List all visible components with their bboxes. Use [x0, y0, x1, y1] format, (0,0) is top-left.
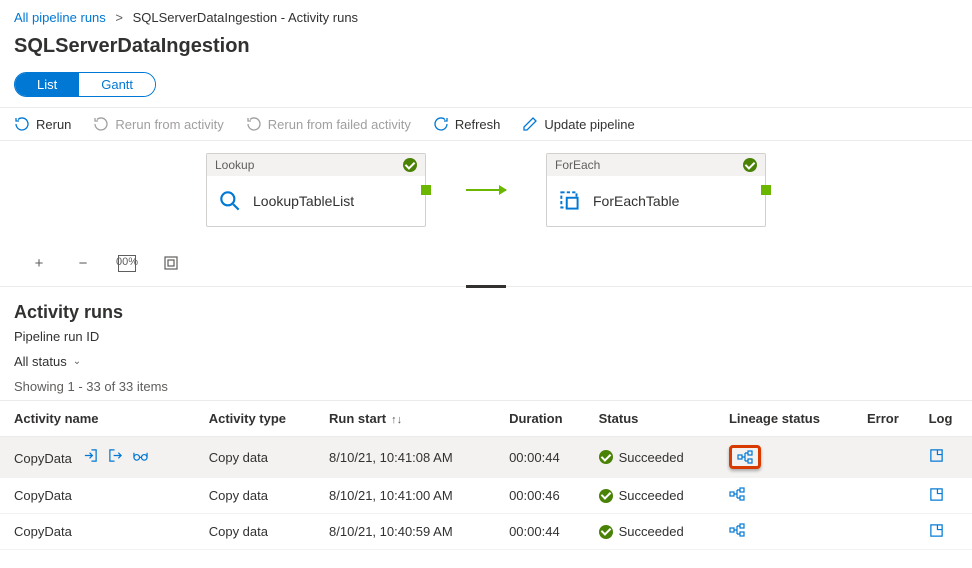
connector-handle[interactable] — [761, 185, 771, 195]
update-pipeline-label: Update pipeline — [544, 117, 634, 132]
cell-activity-name: CopyData — [14, 451, 72, 466]
toolbar: Rerun Rerun from activity Rerun from fai… — [0, 107, 972, 141]
activity-lookup[interactable]: Lookup LookupTableList — [206, 153, 426, 227]
activity-foreach[interactable]: ForEach ForEachTable — [546, 153, 766, 227]
fit-screen-button[interactable] — [162, 255, 180, 272]
table-row[interactable]: CopyData Copy data 8/10/21, 10:41:00 AM … — [0, 478, 972, 514]
connector-handle[interactable] — [421, 185, 431, 195]
cell-run-start: 8/10/21, 10:41:00 AM — [321, 478, 501, 514]
zoom-out-button[interactable]: − — [74, 255, 92, 272]
update-pipeline-button[interactable]: Update pipeline — [522, 116, 634, 132]
cell-status: Succeeded — [599, 488, 713, 503]
zoom-reset-button[interactable]: 00% — [118, 255, 136, 272]
activity-foreach-name: ForEachTable — [593, 193, 679, 209]
details-icon[interactable] — [133, 448, 148, 466]
lineage-status-button[interactable] — [729, 526, 745, 541]
col-activity-type[interactable]: Activity type — [201, 401, 321, 437]
cell-error — [859, 514, 921, 550]
chevron-down-icon: ⌄ — [73, 356, 81, 367]
connector-arrow — [466, 189, 506, 191]
rerun-activity-icon — [93, 116, 109, 132]
success-icon — [599, 489, 613, 503]
log-button[interactable] — [929, 490, 944, 505]
page-title: SQLServerDataIngestion — [14, 35, 958, 58]
status-filter-label: All status — [14, 354, 67, 369]
log-button[interactable] — [929, 451, 944, 466]
cell-activity-name: CopyData — [14, 524, 72, 539]
cell-error — [859, 478, 921, 514]
col-run-start[interactable]: Run start ↑↓ — [321, 401, 501, 437]
cell-activity-type: Copy data — [201, 514, 321, 550]
rerun-failed-icon — [246, 116, 262, 132]
lineage-status-button[interactable] — [729, 445, 761, 469]
rerun-failed-label: Rerun from failed activity — [268, 117, 411, 132]
success-icon — [599, 450, 613, 464]
rerun-icon — [14, 116, 30, 132]
col-duration[interactable]: Duration — [501, 401, 591, 437]
rerun-activity-label: Rerun from activity — [115, 117, 223, 132]
canvas-tools: + − 00% — [0, 245, 972, 287]
input-icon[interactable] — [83, 448, 98, 466]
section-title: Activity runs — [14, 302, 958, 323]
pencil-icon — [522, 116, 538, 132]
col-status[interactable]: Status — [591, 401, 721, 437]
view-toggle: List Gantt — [14, 72, 156, 97]
view-gantt-button[interactable]: Gantt — [79, 73, 155, 96]
activity-lookup-type: Lookup — [215, 158, 254, 172]
col-activity-name[interactable]: Activity name — [0, 401, 201, 437]
status-filter-dropdown[interactable]: All status ⌄ — [14, 354, 958, 369]
refresh-icon — [433, 116, 449, 132]
foreach-icon — [557, 188, 583, 214]
breadcrumb-current: SQLServerDataIngestion - Activity runs — [133, 10, 358, 25]
table-row[interactable]: CopyData Copy data 8/10/21, 10:40:59 AM … — [0, 514, 972, 550]
cell-error — [859, 437, 921, 478]
view-list-button[interactable]: List — [15, 73, 79, 96]
col-log[interactable]: Log — [921, 401, 972, 437]
resize-handle[interactable] — [466, 285, 506, 288]
pipeline-canvas[interactable]: Lookup LookupTableList ForEach ForEachTa… — [0, 141, 972, 245]
cell-run-start: 8/10/21, 10:41:08 AM — [321, 437, 501, 478]
col-lineage[interactable]: Lineage status — [721, 401, 859, 437]
cell-status: Succeeded — [599, 524, 713, 539]
rerun-failed-button: Rerun from failed activity — [246, 116, 411, 132]
table-row[interactable]: CopyData Copy data 8/10/21, 10:41:08 AM … — [0, 437, 972, 478]
cell-duration: 00:00:44 — [501, 437, 591, 478]
cell-run-start: 8/10/21, 10:40:59 AM — [321, 514, 501, 550]
cell-status: Succeeded — [599, 450, 713, 465]
activity-lookup-name: LookupTableList — [253, 193, 354, 209]
showing-count: Showing 1 - 33 of 33 items — [14, 379, 958, 394]
refresh-label: Refresh — [455, 117, 501, 132]
col-error[interactable]: Error — [859, 401, 921, 437]
rerun-activity-button: Rerun from activity — [93, 116, 223, 132]
sort-icon: ↑↓ — [388, 414, 402, 426]
refresh-button[interactable]: Refresh — [433, 116, 501, 132]
cell-activity-name: CopyData — [14, 488, 72, 503]
cell-activity-type: Copy data — [201, 478, 321, 514]
cell-duration: 00:00:46 — [501, 478, 591, 514]
log-button[interactable] — [929, 526, 944, 541]
magnifier-icon — [217, 188, 243, 214]
breadcrumb-separator: > — [115, 10, 123, 25]
zoom-in-button[interactable]: + — [30, 255, 48, 272]
rerun-button[interactable]: Rerun — [14, 116, 71, 132]
cell-duration: 00:00:44 — [501, 514, 591, 550]
activity-runs-table: Activity name Activity type Run start ↑↓… — [0, 400, 972, 550]
breadcrumb-root-link[interactable]: All pipeline runs — [14, 10, 106, 25]
cell-activity-type: Copy data — [201, 437, 321, 478]
output-icon[interactable] — [108, 448, 123, 466]
success-icon — [599, 525, 613, 539]
rerun-label: Rerun — [36, 117, 71, 132]
success-icon — [403, 158, 417, 172]
lineage-status-button[interactable] — [729, 490, 745, 505]
breadcrumb: All pipeline runs > SQLServerDataIngesti… — [0, 0, 972, 31]
activity-foreach-type: ForEach — [555, 158, 600, 172]
success-icon — [743, 158, 757, 172]
pipeline-run-id-label: Pipeline run ID — [14, 329, 958, 344]
